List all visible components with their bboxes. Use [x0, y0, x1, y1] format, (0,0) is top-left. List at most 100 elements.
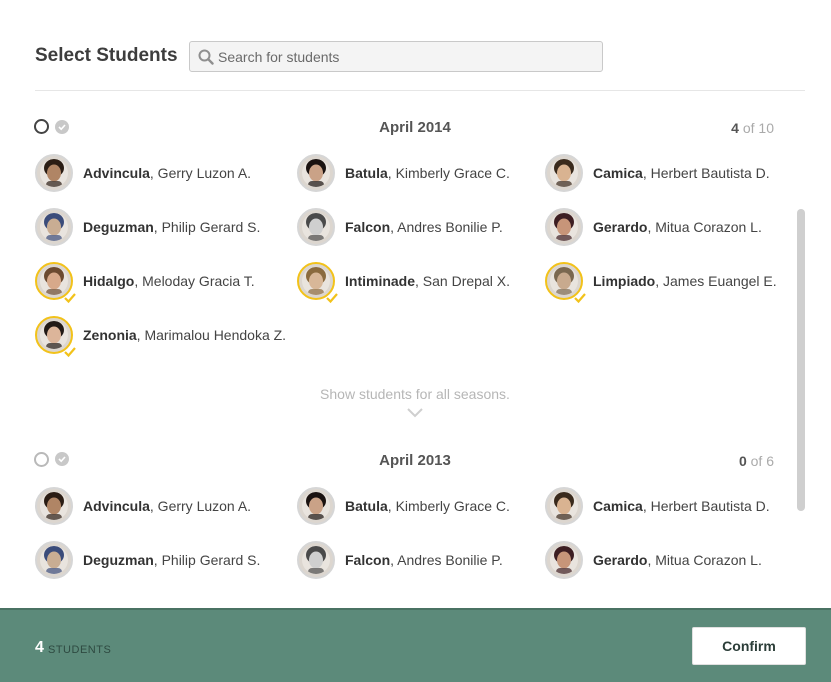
student-last-name: Hidalgo [83, 273, 135, 289]
total-count: 10 [758, 120, 774, 136]
check-icon [58, 124, 66, 131]
student-item[interactable]: Gerardo, Mitua Corazon L. [545, 540, 762, 580]
student-name: Deguzman, Philip Gerard S. [83, 219, 260, 235]
student-name: Batula, Kimberly Grace C. [345, 165, 510, 181]
student-item[interactable]: Limpiado, James Euangel E. [545, 261, 777, 304]
count-of: of [750, 453, 763, 469]
student-name: Hidalgo, Meloday Gracia T. [83, 273, 255, 289]
student-last-name: Advincula [83, 165, 150, 181]
student-last-name: Falcon [345, 219, 391, 235]
student-name: Gerardo, Mitua Corazon L. [593, 219, 762, 235]
student-avatar [35, 541, 73, 579]
search-icon [198, 49, 214, 65]
student-item[interactable]: Intiminade, San Drepal X. [297, 261, 510, 304]
student-avatar [297, 487, 335, 525]
student-avatar [35, 262, 76, 304]
selected-count: 0 [738, 453, 747, 469]
student-item[interactable]: Batula, Kimberly Grace C. [297, 486, 510, 526]
student-item[interactable]: Zenonia, Marimalou Hendoka Z. [35, 315, 286, 358]
select-none-radio[interactable] [34, 119, 49, 134]
select-all-check[interactable] [55, 120, 69, 134]
student-first-name: , Herbert Bautista D. [642, 165, 770, 181]
section-count: 4 of 10 [731, 120, 774, 136]
selected-count: 4 [731, 120, 739, 136]
confirm-button[interactable]: Confirm [692, 627, 806, 665]
selected-check-icon [326, 293, 338, 304]
student-first-name: , Andres Bonilie P. [390, 219, 503, 235]
selected-check-icon [64, 293, 76, 304]
student-last-name: Camica [593, 498, 643, 514]
student-last-name: Gerardo [593, 219, 648, 235]
scrollbar-thumb[interactable] [797, 209, 805, 511]
page-title: Select Students [35, 45, 178, 66]
chevron-down-icon[interactable] [407, 408, 423, 418]
student-avatar [35, 154, 73, 192]
student-name: Falcon, Andres Bonilie P. [345, 552, 503, 568]
student-avatar [545, 262, 586, 304]
section-title: April 2014 [379, 119, 451, 136]
student-last-name: Gerardo [593, 552, 648, 568]
search-box[interactable] [189, 41, 603, 72]
student-item[interactable]: Camica, Herbert Bautista D. [545, 486, 770, 526]
student-item[interactable]: Deguzman, Philip Gerard S. [35, 207, 260, 247]
student-first-name: , James Euangel E. [655, 273, 777, 289]
student-avatar [545, 208, 583, 246]
selected-check-icon [64, 347, 76, 358]
student-item[interactable]: Advincula, Gerry Luzon A. [35, 153, 251, 193]
student-last-name: Limpiado [593, 273, 656, 289]
student-last-name: Batula [345, 498, 388, 514]
student-name: Zenonia, Marimalou Hendoka Z. [83, 327, 286, 343]
student-avatar [35, 208, 73, 246]
student-item[interactable]: Deguzman, Philip Gerard S. [35, 540, 260, 580]
student-item[interactable]: Gerardo, Mitua Corazon L. [545, 207, 762, 247]
student-avatar [297, 208, 335, 246]
student-item[interactable]: Hidalgo, Meloday Gracia T. [35, 261, 255, 304]
student-first-name: , Andres Bonilie P. [390, 552, 503, 568]
student-item[interactable]: Batula, Kimberly Grace C. [297, 153, 510, 193]
student-name: Advincula, Gerry Luzon A. [83, 498, 251, 514]
student-first-name: , Philip Gerard S. [153, 552, 261, 568]
section-title: April 2013 [379, 452, 451, 469]
student-name: Intiminade, San Drepal X. [345, 273, 510, 289]
student-avatar [545, 154, 583, 192]
student-last-name: Batula [345, 165, 388, 181]
student-avatar [35, 316, 76, 358]
student-last-name: Camica [593, 165, 643, 181]
count-of: of [742, 120, 755, 136]
footer-bar: 4 STUDENTS Confirm [0, 608, 831, 682]
student-item[interactable]: Falcon, Andres Bonilie P. [297, 207, 503, 247]
student-last-name: Zenonia [83, 327, 137, 343]
student-avatar [297, 262, 338, 304]
student-last-name: Advincula [83, 498, 150, 514]
student-name: Batula, Kimberly Grace C. [345, 498, 510, 514]
student-last-name: Deguzman [83, 219, 154, 235]
student-first-name: , Meloday Gracia T. [134, 273, 255, 289]
student-first-name: , Gerry Luzon A. [149, 165, 252, 181]
student-name: Gerardo, Mitua Corazon L. [593, 552, 762, 568]
header: Select Students [0, 0, 831, 92]
selected-check-icon [574, 293, 586, 304]
student-first-name: , Kimberly Grace C. [387, 498, 510, 514]
student-last-name: Deguzman [83, 552, 154, 568]
student-avatar [297, 154, 335, 192]
select-none-radio[interactable] [34, 452, 49, 467]
student-first-name: , Mitua Corazon L. [647, 552, 762, 568]
student-item[interactable]: Camica, Herbert Bautista D. [545, 153, 770, 193]
header-divider [35, 90, 805, 91]
student-avatar [297, 541, 335, 579]
section-count: 0 of 6 [739, 453, 774, 469]
student-avatar [545, 541, 583, 579]
show-all-seasons-link[interactable]: Show students for all seasons. [290, 386, 540, 402]
student-name: Camica, Herbert Bautista D. [593, 498, 770, 514]
student-item[interactable]: Advincula, Gerry Luzon A. [35, 486, 251, 526]
select-all-check[interactable] [55, 452, 69, 466]
student-name: Falcon, Andres Bonilie P. [345, 219, 503, 235]
student-item[interactable]: Falcon, Andres Bonilie P. [297, 540, 503, 580]
search-input[interactable] [218, 42, 598, 71]
selected-students-count: 4 [35, 639, 44, 656]
student-first-name: , Marimalou Hendoka Z. [136, 327, 287, 343]
student-name: Limpiado, James Euangel E. [593, 273, 777, 289]
check-icon [58, 456, 66, 463]
student-first-name: , Gerry Luzon A. [149, 498, 252, 514]
student-last-name: Intiminade [345, 273, 416, 289]
